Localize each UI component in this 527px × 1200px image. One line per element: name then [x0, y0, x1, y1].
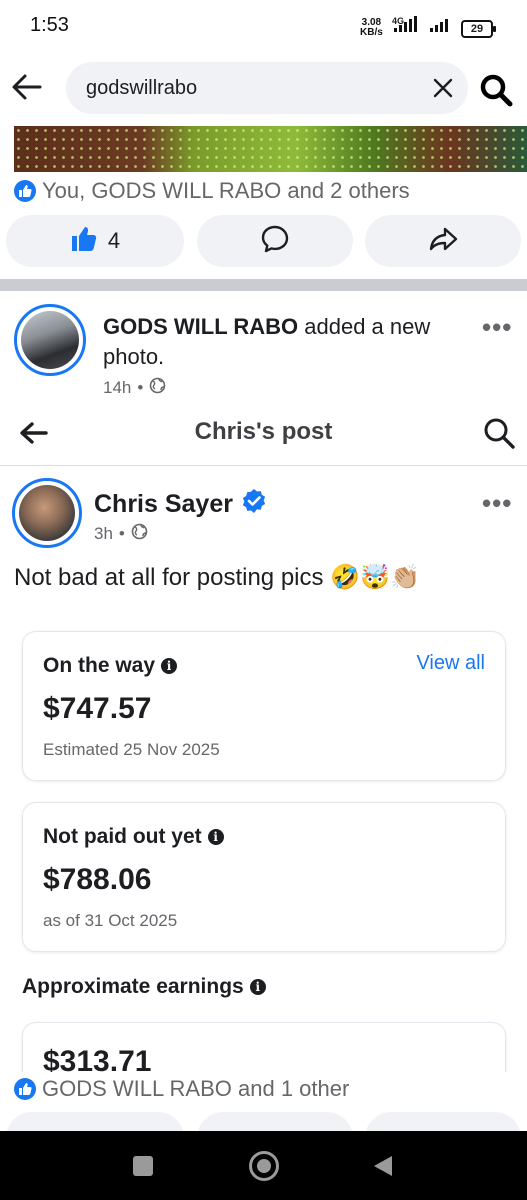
comment-button[interactable] — [197, 215, 353, 267]
card-subtext: Estimated 25 Nov 2025 — [43, 740, 220, 759]
info-icon: i — [249, 979, 266, 995]
embedded-meta: 3h • — [94, 523, 148, 545]
embedded-more-icon: ••• — [482, 488, 513, 518]
not-paid-card: Not paid out yet i $788.06 as of 31 Oct … — [22, 802, 506, 952]
on-the-way-card: On the way i View all $747.57 Estimated … — [22, 631, 506, 781]
embedded-time: 3h — [94, 524, 113, 543]
verified-badge-icon — [241, 488, 267, 521]
reactions-summary[interactable]: GODS WILL RABO and 1 other — [14, 1076, 349, 1102]
post-header: GODS WILL RABO added a new photo. — [103, 312, 463, 372]
clear-icon[interactable] — [432, 77, 454, 99]
post-author[interactable]: GODS WILL RABO — [103, 314, 298, 339]
embedded-avatar — [12, 478, 82, 548]
signal-2-icon — [430, 16, 448, 32]
card-label-text: On the way — [43, 654, 156, 677]
like-button[interactable]: 4 — [6, 215, 184, 267]
network-speed: 3.08 KB/s — [360, 18, 383, 38]
embedded-author-name: Chris Sayer — [94, 490, 233, 518]
avatar[interactable] — [14, 304, 86, 376]
search-input[interactable]: godswillrabo — [86, 77, 197, 100]
reactions-text: GODS WILL RABO and 1 other — [42, 1076, 350, 1101]
info-icon: i — [207, 829, 224, 845]
card-label: Not paid out yet i — [43, 825, 224, 849]
network-speed-unit: KB/s — [360, 27, 383, 38]
back-icon[interactable] — [372, 1154, 394, 1183]
card-label-text: Not paid out yet — [43, 825, 202, 848]
embedded-divider — [0, 465, 527, 466]
separator-dot: • — [118, 524, 125, 543]
post-photo[interactable] — [14, 126, 527, 172]
approximate-earnings-label: Approximate earnings i — [22, 975, 266, 999]
like-count: 4 — [107, 228, 121, 253]
card-label: On the way i — [43, 654, 178, 678]
recents-icon[interactable] — [133, 1156, 153, 1176]
section-label-text: Approximate earnings — [22, 975, 244, 998]
embedded-post-body: Not bad at all for posting pics — [14, 564, 324, 591]
share-button[interactable] — [365, 215, 521, 267]
share-icon — [427, 223, 459, 260]
search-icon[interactable] — [478, 72, 514, 108]
thumbs-up-icon — [70, 225, 98, 258]
embedded-search-icon — [482, 416, 516, 450]
like-reaction-icon — [14, 180, 36, 202]
card-amount: $788.06 — [43, 863, 152, 896]
globe-icon — [149, 377, 166, 399]
reactions-text: You, GODS WILL RABO and 2 others — [42, 178, 410, 203]
status-bar: 1:53 3.08 KB/s 4G 29 — [0, 0, 527, 56]
embedded-author: Chris Sayer — [94, 488, 267, 521]
embedded-post-text: Not bad at all for posting pics 🤣🤯👏🏼 — [14, 563, 420, 592]
like-reaction-icon — [14, 1078, 36, 1100]
separator-dot: • — [137, 378, 144, 397]
status-time: 1:53 — [30, 14, 69, 36]
comment-icon — [259, 223, 291, 260]
home-icon[interactable] — [249, 1151, 279, 1181]
signal-icon — [394, 16, 417, 32]
post-time[interactable]: 14h — [103, 378, 131, 398]
battery-icon: 29 — [461, 20, 496, 38]
reactions-summary[interactable]: You, GODS WILL RABO and 2 others — [14, 178, 410, 204]
more-options-icon[interactable]: ••• — [482, 312, 512, 343]
post-meta: 14h • — [103, 377, 166, 399]
card-subtext: as of 31 Oct 2025 — [43, 911, 178, 930]
emoji-reactions: 🤣🤯👏🏼 — [330, 564, 420, 591]
feed-divider — [0, 279, 527, 291]
embedded-globe-icon — [131, 523, 148, 545]
back-arrow-icon[interactable] — [10, 70, 44, 104]
info-icon: i — [161, 658, 178, 674]
view-all-link: View all — [416, 652, 485, 674]
card-amount: $747.57 — [43, 692, 152, 725]
embedded-header-title: Chris's post — [194, 418, 333, 445]
system-nav-bar — [0, 1131, 527, 1200]
